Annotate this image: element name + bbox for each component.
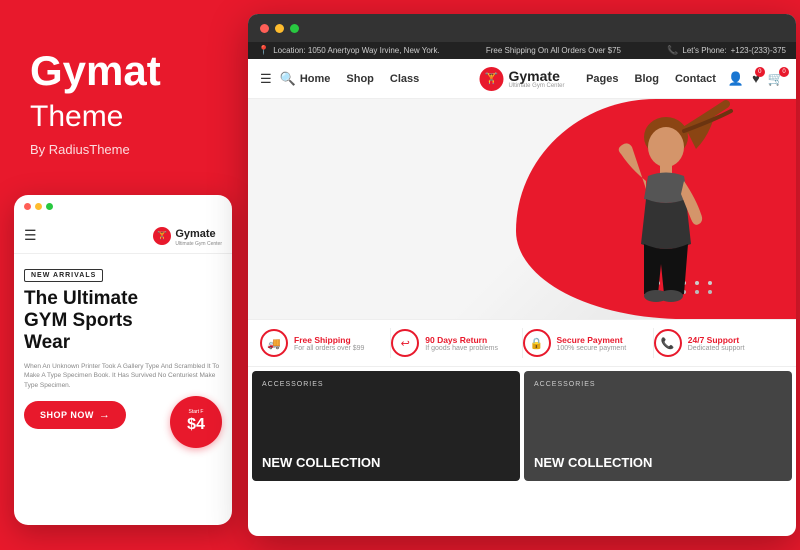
brand-name: Gymat (30, 50, 161, 92)
price-value: $4 (187, 416, 205, 434)
arrow-icon: → (99, 409, 111, 421)
left-panel: Gymat Theme By RadiusTheme ☰ 🏋 Gymate Ul… (0, 0, 245, 550)
support-icon: 📞 (654, 329, 682, 357)
headline-line2: GYM Sports (24, 310, 133, 331)
mobile-logo-name: Gymate (175, 228, 215, 240)
shipping-title: Free Shipping (294, 335, 364, 345)
nav-cart-icon[interactable]: 🛒 0 (768, 71, 784, 87)
support-sub: Dedicated support (688, 345, 745, 352)
mobile-logo: 🏋 Gymate Ultimate Gym Center (153, 224, 222, 247)
mobile-mockup: ☰ 🏋 Gymate Ultimate Gym Center NEW ARRIV… (14, 195, 232, 525)
nav-menu-icon[interactable]: ☰ (260, 71, 272, 87)
feature-shipping: 🚚 Free Shipping For all orders over $99 (260, 329, 390, 357)
payment-sub: 100% secure payment (557, 345, 627, 352)
nav-links-right: Pages Blog Contact (586, 73, 716, 85)
price-bubble: Start F $4 (170, 396, 222, 448)
nav-logo-sub: Ultimate Gym Center (508, 83, 564, 89)
nav-logo-name: Gymate (508, 69, 564, 83)
top-info-bar: 📍 Location: 1050 Anertyop Way Irvine, Ne… (248, 42, 796, 59)
product-1-title: NEW COLLECTION (262, 455, 380, 471)
nav-logo-text-area: Gymate Ultimate Gym Center (508, 69, 564, 89)
nav-logo-icon: 🏋 (479, 67, 503, 91)
nav-home[interactable]: Home (300, 73, 331, 85)
wishlist-badge: 0 (755, 67, 765, 77)
returns-icon: ↩ (391, 329, 419, 357)
mobile-description: When An Unknown Printer Took A Gallery T… (24, 362, 222, 391)
returns-title: 90 Days Return (425, 335, 498, 345)
hamburger-icon[interactable]: ☰ (24, 227, 37, 244)
returns-sub: If goods have problems (425, 345, 498, 352)
browser-dot-green (290, 24, 299, 33)
shipping-text-area: Free Shipping For all orders over $99 (294, 335, 364, 352)
shop-now-button[interactable]: SHOP NOW → (24, 401, 126, 429)
brand-subtitle: Theme (30, 100, 123, 134)
shipping-icon: 🚚 (260, 329, 288, 357)
mobile-dot-yellow (35, 203, 42, 210)
phone-label: Let's Phone: (682, 46, 726, 55)
nav-user-icon[interactable]: 👤 (728, 71, 744, 87)
browser-dot-yellow (275, 24, 284, 33)
desktop-nav: ☰ 🔍 Home Shop Class 🏋 Gymate Ultimate Gy… (248, 59, 796, 99)
payment-text-area: Secure Payment 100% secure payment (557, 335, 627, 352)
mobile-content: NEW ARRIVALS The Ultimate GYM Sports Wea… (14, 254, 232, 439)
location-icon: 📍 (258, 45, 269, 56)
mobile-logo-icon: 🏋 (153, 227, 171, 245)
mobile-dot-green (46, 203, 53, 210)
support-title: 24/7 Support (688, 335, 745, 345)
desktop-mockup: 📍 Location: 1050 Anertyop Way Irvine, Ne… (248, 14, 796, 536)
nav-class[interactable]: Class (390, 73, 419, 85)
product-card-2[interactable]: ACCESSORIES NEW COLLECTION (524, 371, 792, 481)
product-1-category: ACCESSORIES (262, 381, 324, 388)
headline-line1: The Ultimate (24, 288, 138, 309)
mobile-cta-area: SHOP NOW → Start F $4 (24, 401, 222, 429)
shipping-sub: For all orders over $99 (294, 345, 364, 352)
shop-now-label: SHOP NOW (40, 410, 94, 420)
feature-payment: 🔒 Secure Payment 100% secure payment (523, 329, 653, 357)
new-arrivals-badge: NEW ARRIVALS (24, 269, 103, 282)
nav-pages[interactable]: Pages (586, 73, 618, 85)
payment-title: Secure Payment (557, 335, 627, 345)
mobile-logo-text-area: Gymate Ultimate Gym Center (175, 224, 222, 247)
phone-icon: 📞 (667, 45, 678, 56)
desktop-browser-bar (248, 14, 796, 42)
nav-right: Pages Blog Contact 👤 ♥ 0 🛒 0 (586, 71, 784, 87)
headline-line3: Wear (24, 332, 70, 353)
product-2-title: NEW COLLECTION (534, 455, 652, 471)
mobile-top-bar (14, 195, 232, 218)
nav-wishlist-icon[interactable]: ♥ 0 (752, 71, 760, 86)
info-shipping: Free Shipping On All Orders Over $75 (486, 46, 621, 55)
features-bar: 🚚 Free Shipping For all orders over $99 … (248, 319, 796, 367)
nav-shop[interactable]: Shop (346, 73, 374, 85)
products-row: ACCESSORIES NEW COLLECTION ACCESSORIES N… (248, 367, 796, 485)
info-phone: 📞 Let's Phone: +123-(233)-375 (667, 45, 786, 56)
location-text: Location: 1050 Anertyop Way Irvine, New … (273, 46, 439, 55)
feature-returns: ↩ 90 Days Return If goods have problems (391, 329, 521, 357)
nav-logo: 🏋 Gymate Ultimate Gym Center (479, 67, 564, 91)
support-text-area: 24/7 Support Dedicated support (688, 335, 745, 352)
nav-search-icon[interactable]: 🔍 (280, 71, 296, 87)
brand-by: By RadiusTheme (30, 142, 130, 157)
nav-links-left: Home Shop Class (300, 73, 419, 85)
mobile-nav: ☰ 🏋 Gymate Ultimate Gym Center (14, 218, 232, 254)
nav-action-icons: 👤 ♥ 0 🛒 0 (728, 71, 784, 87)
cart-badge: 0 (779, 67, 789, 77)
nav-left-icons: ☰ 🔍 (260, 71, 296, 87)
shipping-text: Free Shipping On All Orders Over $75 (486, 46, 621, 55)
mobile-logo-sub: Ultimate Gym Center (175, 242, 222, 247)
browser-dot-red (260, 24, 269, 33)
mobile-dot-red (24, 203, 31, 210)
mobile-headline: The Ultimate GYM Sports Wear (24, 288, 222, 354)
product-2-category: ACCESSORIES (534, 381, 596, 388)
payment-icon: 🔒 (523, 329, 551, 357)
hero-athlete-image (566, 99, 766, 319)
returns-text-area: 90 Days Return If goods have problems (425, 335, 498, 352)
feature-support: 📞 24/7 Support Dedicated support (654, 329, 784, 357)
hero-section (248, 99, 796, 319)
phone-number: +123-(233)-375 (731, 46, 786, 55)
product-card-1[interactable]: ACCESSORIES NEW COLLECTION (252, 371, 520, 481)
nav-contact[interactable]: Contact (675, 73, 716, 85)
info-location: 📍 Location: 1050 Anertyop Way Irvine, Ne… (258, 45, 440, 56)
nav-blog[interactable]: Blog (635, 73, 659, 85)
